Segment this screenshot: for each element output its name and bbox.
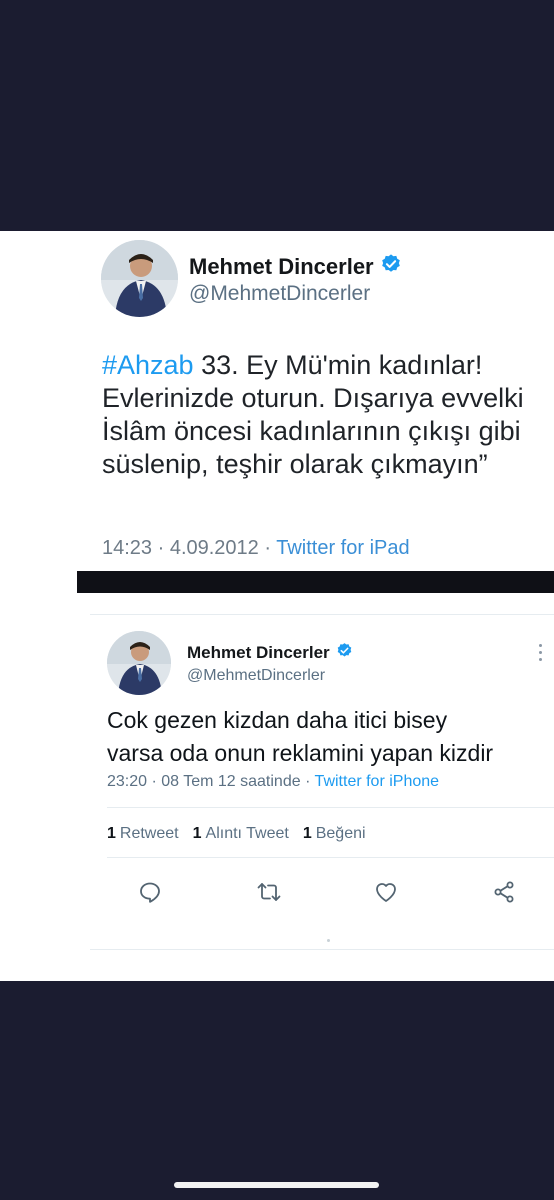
quote-label: Alıntı Tweet — [205, 825, 289, 842]
divider — [90, 614, 554, 615]
avatar[interactable] — [101, 240, 178, 317]
retweet-count: 1 — [107, 825, 116, 842]
reply-icon[interactable] — [130, 872, 170, 912]
tweet-text-line: süslenip, teşhir olarak çıkmayın” — [102, 449, 488, 479]
tweet-text-segment: 33. Ey Mü'min kadınlar! — [193, 350, 483, 380]
avatar[interactable] — [107, 631, 171, 695]
home-indicator[interactable] — [174, 1182, 379, 1188]
tweet-timestamp: 14:23 · 4.09.2012 · Twitter for iPad — [102, 537, 410, 560]
divider-bar — [77, 571, 554, 593]
tweet-text-line: Evlerinizde oturun. Dışarıya evvelki — [102, 383, 524, 413]
like-count: 1 — [302, 825, 312, 842]
retweet-icon[interactable] — [249, 872, 289, 912]
tweet-text-line: Cok gezen kizdan daha itici bisey — [107, 707, 448, 733]
scroll-dot — [327, 939, 330, 942]
tweet-text-line: #Ahzab 33. Ey Mü'min kadınlar! — [102, 349, 554, 382]
like-icon[interactable] — [366, 872, 406, 912]
share-icon[interactable] — [484, 872, 524, 912]
source-link[interactable]: Twitter for iPhone — [315, 773, 440, 790]
retweet-stat[interactable]: 1 Retweet — [107, 825, 179, 843]
tweet-text-line: İslâm öncesi kadınlarının çıkışı gibi — [102, 416, 521, 446]
timestamp-text[interactable]: 23:20 · 08 Tem 12 saatinde · — [107, 773, 315, 790]
quote-count: 1 — [192, 825, 202, 842]
dark-background-top — [0, 0, 554, 231]
author-handle[interactable]: @MehmetDincerler — [187, 667, 325, 685]
retweet-label: Retweet — [119, 825, 179, 842]
author-name[interactable]: Mehmet Dincerler — [187, 643, 330, 663]
timestamp-text[interactable]: 14:23 · 4.09.2012 · — [102, 537, 276, 559]
tweet-card-1: Mehmet Dincerler @MehmetDincerler #Ahzab… — [0, 231, 554, 571]
screenshot-panel: Mehmet Dincerler @MehmetDincerler #Ahzab… — [0, 231, 554, 981]
tweet-timestamp: 23:20 · 08 Tem 12 saatinde · Twitter for… — [107, 773, 439, 791]
author-row: Mehmet Dincerler — [189, 253, 402, 280]
hashtag-link[interactable]: #Ahzab — [102, 350, 194, 380]
author-name[interactable]: Mehmet Dincerler — [189, 254, 374, 280]
tweet-text: Cok gezen kizdan daha itici bisey varsa … — [107, 704, 493, 770]
author-handle[interactable]: @MehmetDincerler — [189, 282, 370, 306]
divider — [107, 857, 554, 858]
tweet-text-line: varsa oda onun reklamini yapan kizdir — [107, 740, 494, 766]
tweet-card-2: Mehmet Dincerler @MehmetDincerler Cok ge… — [90, 614, 554, 954]
tweet-actions — [90, 872, 554, 912]
tweet-text: #Ahzab 33. Ey Mü'min kadınlar! Evleriniz… — [102, 349, 554, 481]
verified-badge-icon — [380, 253, 402, 280]
like-stat[interactable]: 1 Beğeni — [303, 825, 366, 843]
more-options-icon[interactable] — [536, 644, 544, 664]
divider — [107, 807, 554, 808]
like-label: Beğeni — [315, 825, 366, 842]
author-row: Mehmet Dincerler — [187, 642, 353, 664]
engagement-stats: 1 Retweet 1 Alıntı Tweet 1 Beğeni — [107, 825, 366, 843]
quote-stat[interactable]: 1 Alıntı Tweet — [193, 825, 289, 843]
divider — [90, 949, 554, 950]
verified-badge-icon — [336, 642, 353, 664]
source-link[interactable]: Twitter for iPad — [276, 537, 409, 559]
